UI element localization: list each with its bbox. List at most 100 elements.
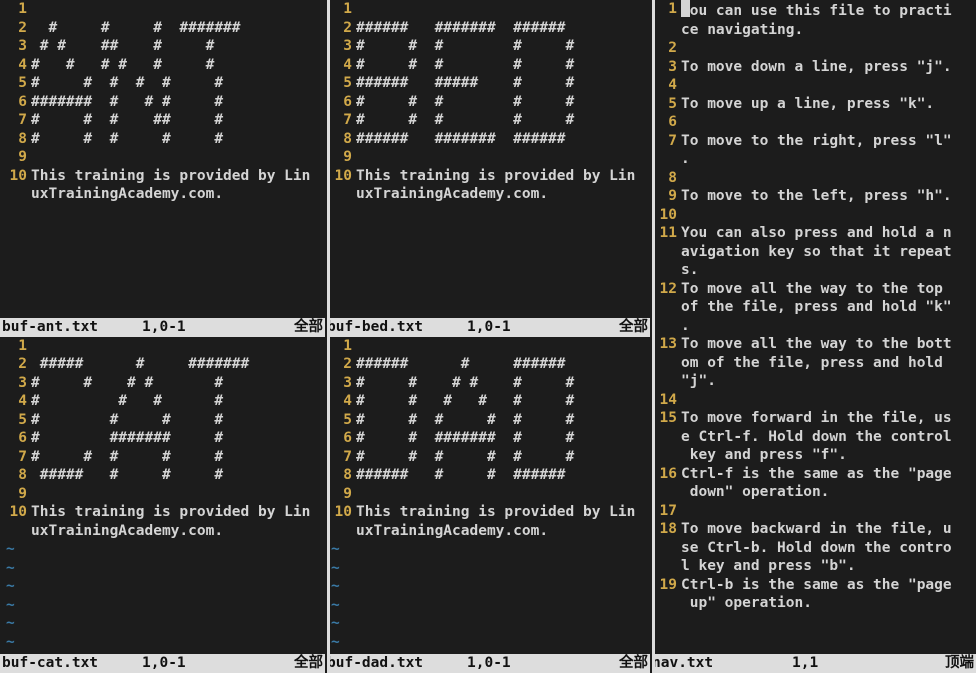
empty-line: ~ — [330, 577, 650, 596]
text-line: 4# # # # — [5, 392, 325, 411]
line-content: s. — [677, 261, 698, 280]
status-filename: buf-ant.txt — [2, 318, 142, 337]
line-number: 10 — [655, 206, 677, 225]
empty-line: ~ — [330, 614, 650, 633]
line-content: Ctrl-f is the same as the "page — [677, 465, 952, 484]
status-bar-nav: nav.txt 1,1 顶端 — [650, 654, 976, 673]
line-number — [655, 243, 677, 262]
line-content: This training is provided by Lin — [27, 503, 310, 522]
vertical-separator[interactable] — [325, 0, 330, 673]
text-line: 3 # # ## # # — [5, 37, 325, 56]
line-number: 19 — [655, 576, 677, 595]
pane-nav[interactable]: 1You can use this file to practice navig… — [650, 0, 976, 654]
line-number: 4 — [330, 56, 352, 75]
line-content — [352, 0, 356, 19]
line-number: 6 — [5, 429, 27, 448]
text-line: 8###### ####### ###### — [330, 130, 650, 149]
text-line: 5# # # # # # — [330, 411, 650, 430]
line-number: 13 — [655, 335, 677, 354]
text-line: uxTrainingAcademy.com. — [330, 185, 650, 204]
line-content: e Ctrl-f. Hold down the control — [677, 428, 952, 447]
text-line: 7# # # # # — [5, 448, 325, 467]
text-line: 4# # # # # — [330, 56, 650, 75]
text-line: 1 — [5, 337, 325, 356]
status-percent: 全部 — [294, 318, 323, 337]
pane-ant[interactable]: 12 # # # #######3 # # ## # #4# # # # # #… — [0, 0, 325, 318]
line-number: 14 — [655, 391, 677, 410]
line-content: avigation key so that it repeat — [677, 243, 952, 262]
line-content: Ctrl-b is the same as the "page — [677, 576, 952, 595]
text-line: s. — [655, 261, 976, 280]
text-line: 10This training is provided by Lin — [5, 167, 325, 186]
line-number: 15 — [655, 409, 677, 428]
text-line: key and press "f". — [655, 446, 976, 465]
left-column: 12 # # # #######3 # # ## # #4# # # # # #… — [0, 0, 325, 673]
line-number: 8 — [5, 130, 27, 149]
line-content: ###### ##### # # — [352, 74, 574, 93]
text-line: . — [655, 150, 976, 169]
cursor — [681, 0, 690, 17]
line-number: 5 — [5, 411, 27, 430]
line-content: # # # # # # — [27, 56, 214, 75]
middle-column: 12###### ####### ######3# # # # #4# # # … — [325, 0, 650, 673]
line-content: ##### # ####### — [27, 355, 249, 374]
line-number: 7 — [330, 448, 352, 467]
line-number — [655, 428, 677, 447]
text-line: 6# # # # # — [330, 93, 650, 112]
text-line: 2 — [655, 39, 976, 58]
line-content: up" operation. — [677, 594, 812, 613]
text-line: 14 — [655, 391, 976, 410]
line-content: To move backward in the file, u — [677, 520, 952, 539]
text-line: 17 — [655, 502, 976, 521]
line-number: 8 — [330, 466, 352, 485]
empty-line: ~ — [330, 651, 650, 654]
text-line: ce navigating. — [655, 21, 976, 40]
line-content: l key and press "b". — [677, 557, 856, 576]
text-line: 6# # ####### # # — [330, 429, 650, 448]
text-line: om of the file, press and hold — [655, 354, 976, 373]
line-number — [655, 557, 677, 576]
status-bar-bed: buf-bed.txt 1,0-1 全部 — [325, 318, 650, 337]
line-content: ##### # # # — [27, 466, 223, 485]
line-content — [677, 206, 681, 225]
line-content: . — [677, 150, 690, 169]
line-content — [677, 39, 681, 58]
status-filename: buf-bed.txt — [327, 318, 467, 337]
line-number: 6 — [655, 113, 677, 132]
line-content: # # # # # # — [352, 374, 574, 393]
text-line: 3To move down a line, press "j". — [655, 58, 976, 77]
pane-cat[interactable]: 12 ##### # #######3# # # # #4# # # #5# #… — [0, 337, 325, 655]
line-content: This training is provided by Lin — [27, 167, 310, 186]
text-line: 7# # # # # # — [330, 448, 650, 467]
pane-dad[interactable]: 12###### # ######3# # # # # #4# # # # # … — [325, 337, 650, 655]
text-line: 3# # # # # — [5, 374, 325, 393]
line-content: # # # # # — [27, 130, 223, 149]
empty-line: ~ — [5, 614, 325, 633]
line-number — [5, 522, 27, 541]
line-content: To move up a line, press "k". — [677, 95, 934, 114]
line-content: # # # # # — [352, 37, 574, 56]
text-line: "j". — [655, 372, 976, 391]
line-number: 4 — [330, 392, 352, 411]
tilde-marker: ~ — [330, 614, 340, 633]
line-number: 16 — [655, 465, 677, 484]
status-position: 1,0-1 — [142, 654, 252, 673]
line-number: 2 — [5, 19, 27, 38]
line-number: 7 — [5, 111, 27, 130]
vertical-separator[interactable] — [650, 0, 655, 673]
line-number — [655, 594, 677, 613]
line-number: 2 — [5, 355, 27, 374]
pane-bed[interactable]: 12###### ####### ######3# # # # #4# # # … — [325, 0, 650, 318]
line-content — [677, 113, 681, 132]
text-line: 8 — [655, 169, 976, 188]
line-content: This training is provided by Lin — [352, 167, 635, 186]
line-number: 8 — [655, 169, 677, 188]
tilde-marker: ~ — [330, 540, 340, 559]
empty-line: ~ — [330, 633, 650, 652]
line-content: # # # # # # — [27, 74, 223, 93]
line-content: # ####### # — [27, 429, 223, 448]
line-number: 10 — [330, 167, 352, 186]
line-content: # # ####### # # — [352, 429, 574, 448]
line-number — [5, 185, 27, 204]
status-percent: 顶端 — [945, 654, 974, 673]
